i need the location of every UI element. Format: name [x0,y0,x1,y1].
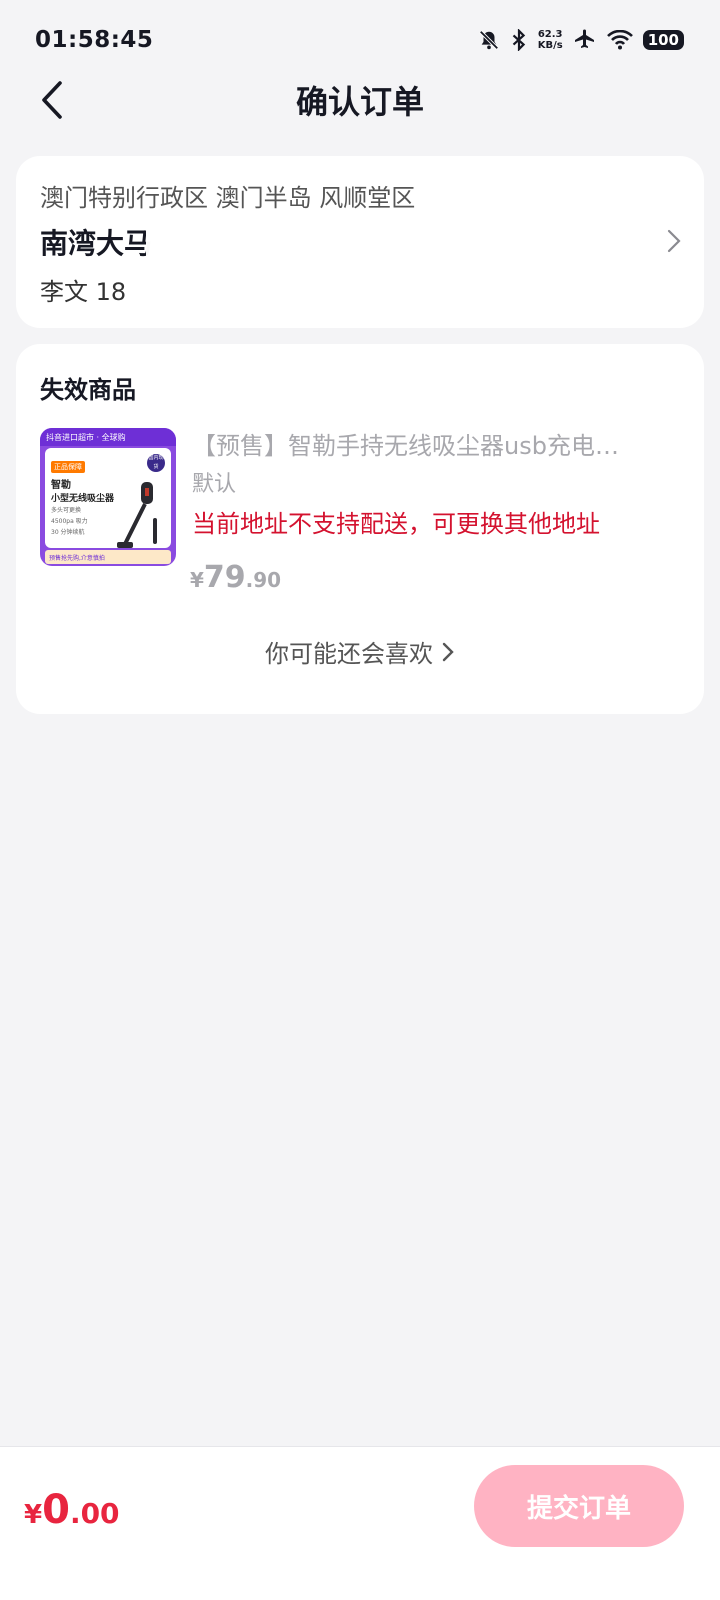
thumb-strip: 预售抢先购,介意慎拍 [45,550,171,564]
thumb-tag: 正品保障 [51,461,85,473]
airplane-icon [573,28,597,52]
recommend-link[interactable]: 你可能还会喜欢 [0,634,720,669]
privacy-blur [146,212,366,322]
status-time: 01:58:45 [35,27,154,53]
net-speed-unit: KB/s [537,40,563,51]
product-thumbnail[interactable]: 抖音进口超市 · 全球购 正品保障 智勒 小型无线吸尘器 多头可更换 4500p… [40,428,176,566]
delivery-warning: 当前地址不支持配送，可更换其他地址 [192,510,600,538]
bottom-bar: ¥0.00 提交订单 [0,1446,720,1600]
section-title: 失效商品 [40,376,136,404]
order-total: ¥0.00 [24,1487,120,1533]
back-arrow-icon [42,81,62,119]
total-decimal: .00 [69,1497,120,1530]
product-title[interactable]: 【预售】智勒手持无线吸尘器usb充电… [192,426,662,461]
price-decimal: .90 [245,568,282,592]
thumb-card: 正品保障 智勒 小型无线吸尘器 多头可更换 4500pa 吸力 30 分钟续航 … [45,448,171,548]
total-symbol: ¥ [24,1500,43,1530]
submit-order-button[interactable]: 提交订单 [474,1465,684,1547]
bluetooth-icon [510,29,528,51]
address-region: 澳门特别行政区 澳门半岛 风顺堂区 [40,184,416,212]
product-price: ¥79.90 [190,560,281,595]
price-integer: 79 [203,560,246,595]
vacuum-product-image [117,482,157,548]
net-speed-value: 62.3 [537,29,563,40]
address-card[interactable]: 澳门特别行政区 澳门半岛 风顺堂区 南湾大马 李文 18 [16,156,704,328]
address-street: 南湾大马 [40,227,153,260]
net-speed: 62.3 KB/s [538,29,563,51]
address-contact: 李文 18 [40,278,127,306]
mute-bell-icon [478,29,500,51]
price-symbol: ¥ [190,568,204,592]
thumb-badge: 国内现货 [147,454,165,472]
wifi-icon [606,30,633,50]
chevron-right-icon [442,642,454,661]
back-button[interactable] [28,76,76,124]
page-title: 确认订单 [295,83,424,121]
recommend-label: 你可能还会喜欢 [265,640,433,668]
product-spec: 默认 [192,472,237,497]
nav-bar: 确认订单 [0,60,720,140]
status-icons: 62.3 KB/s 100 [478,28,684,52]
total-integer: 0 [42,1487,70,1533]
battery-indicator: 100 [642,30,684,50]
thumb-banner: 抖音进口超市 · 全球购 [40,428,176,446]
chevron-right-icon [667,229,681,253]
